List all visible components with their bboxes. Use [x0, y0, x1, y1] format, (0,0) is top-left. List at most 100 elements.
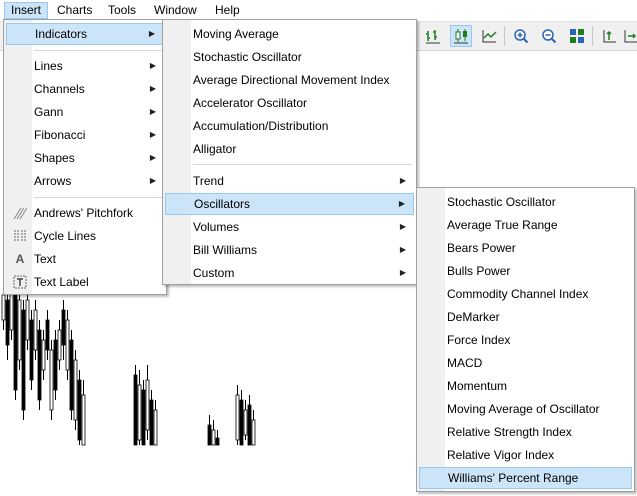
submenu-arrow-icon: ▶ — [399, 176, 406, 185]
menu-item-fibonacci[interactable]: Fibonacci ▶ — [6, 124, 164, 146]
menu-tools[interactable]: Tools — [102, 2, 142, 19]
menu-item-label: Stochastic Oscillator — [447, 195, 556, 209]
menu-item-arrows[interactable]: Arrows ▶ — [6, 170, 164, 192]
candle-body — [137, 384, 142, 441]
menu-item-bulls-power[interactable]: Bulls Power — [419, 260, 632, 282]
menu-item-indicators[interactable]: Indicators ▶ — [6, 23, 164, 45]
menu-item-label: Relative Vigor Index — [447, 448, 555, 462]
candle-body — [73, 359, 78, 421]
candle-body — [45, 319, 50, 351]
submenu-arrow-icon: ▶ — [398, 199, 405, 208]
menu-item-label: Bears Power — [447, 241, 516, 255]
menu-item-label: Gann — [34, 105, 64, 119]
menu-item-admi[interactable]: Average Directional Movement Index — [165, 69, 414, 91]
candle-body — [133, 374, 138, 446]
menu-item-andrews-pitchfork[interactable]: Andrews' Pitchfork — [6, 202, 164, 224]
menu-item-custom[interactable]: Custom ▶ — [165, 262, 414, 284]
candle-body — [247, 404, 252, 446]
menu-item-cci[interactable]: Commodity Channel Index — [419, 283, 632, 305]
chart-shift-icon[interactable] — [598, 25, 620, 47]
text-icon: A — [15, 252, 25, 266]
candle-body — [65, 319, 70, 371]
menu-item-rsi[interactable]: Relative Strength Index — [419, 421, 632, 443]
menu-item-label: Lines — [34, 59, 63, 73]
submenu-arrow-icon: ▶ — [399, 268, 406, 277]
menu-item-label: Bulls Power — [447, 264, 511, 278]
menu-item-trend[interactable]: Trend ▶ — [165, 170, 414, 192]
menu-item-lines[interactable]: Lines ▶ — [6, 55, 164, 77]
menu-item-oscillators[interactable]: Oscillators ▶ — [165, 193, 414, 215]
submenu-arrow-icon: ▶ — [149, 130, 156, 139]
menu-item-cycle-lines[interactable]: Cycle Lines — [6, 225, 164, 247]
menu-item-label: Williams' Percent Range — [448, 471, 579, 485]
menu-item-label: Alligator — [193, 142, 237, 156]
submenu-arrow-icon: ▶ — [149, 84, 156, 93]
menu-item-label: Accelerator Oscillator — [193, 96, 308, 110]
menu-item-osma[interactable]: Moving Average of Oscillator — [419, 398, 632, 420]
menu-item-label: Trend — [193, 174, 224, 188]
menu-item-label: Andrews' Pitchfork — [34, 206, 133, 220]
oscillators-submenu: Stochastic Oscillator Average True Range… — [416, 187, 635, 492]
candle-body — [239, 399, 244, 446]
menu-item-label: Bill Williams — [193, 243, 257, 257]
zoom-in-icon[interactable] — [510, 25, 532, 47]
menu-item-williams-percent-range[interactable]: Williams' Percent Range — [419, 467, 632, 489]
menu-charts[interactable]: Charts — [51, 2, 98, 19]
menu-item-bill-williams[interactable]: Bill Williams ▶ — [165, 239, 414, 261]
menu-item-text-label[interactable]: Text Label — [6, 271, 164, 293]
cycle-lines-icon — [12, 228, 28, 244]
pitchfork-icon — [12, 205, 28, 221]
candle-body — [81, 394, 86, 446]
menu-help[interactable]: Help — [209, 2, 246, 19]
menu-item-accelerator-oscillator[interactable]: Accelerator Oscillator — [165, 92, 414, 114]
submenu-arrow-icon: ▶ — [148, 29, 155, 38]
menu-item-label: Moving Average — [193, 27, 279, 41]
menu-item-label: Shapes — [34, 151, 75, 165]
menu-item-shapes[interactable]: Shapes ▶ — [6, 147, 164, 169]
candle-body — [235, 394, 240, 441]
candlesticks-icon[interactable] — [450, 25, 472, 47]
menu-item-label: Force Index — [447, 333, 511, 347]
menu-item-force-index[interactable]: Force Index — [419, 329, 632, 351]
menu-item-channels[interactable]: Channels ▶ — [6, 78, 164, 100]
menu-window[interactable]: Window — [148, 2, 203, 19]
submenu-arrow-icon: ▶ — [149, 153, 156, 162]
candle-body — [49, 349, 54, 411]
submenu-arrow-icon: ▶ — [149, 107, 156, 116]
menu-item-rvi[interactable]: Relative Vigor Index — [419, 444, 632, 466]
menu-item-alligator[interactable]: Alligator — [165, 138, 414, 160]
candle-body — [21, 309, 26, 411]
candle-body — [13, 294, 18, 391]
menu-insert[interactable]: Insert — [4, 2, 49, 19]
menu-item-demarker[interactable]: DeMarker — [419, 306, 632, 328]
menu-item-macd[interactable]: MACD — [419, 352, 632, 374]
menu-item-label: Volumes — [193, 220, 240, 234]
candle-body — [141, 389, 146, 446]
candle-body — [41, 339, 46, 371]
menu-item-label: Accumulation/Distribution — [193, 119, 329, 133]
menu-item-bears-power[interactable]: Bears Power — [419, 237, 632, 259]
candle-body — [215, 437, 220, 446]
menu-item-accumulation-distribution[interactable]: Accumulation/Distribution — [165, 115, 414, 137]
auto-scroll-icon[interactable] — [622, 25, 637, 47]
menu-item-text[interactable]: A Text — [6, 248, 164, 270]
candle-body — [37, 329, 42, 401]
submenu-arrow-icon: ▶ — [399, 245, 406, 254]
menu-item-volumes[interactable]: Volumes ▶ — [165, 216, 414, 238]
line-chart-icon[interactable] — [478, 25, 500, 47]
zoom-out-icon[interactable] — [538, 25, 560, 47]
tile-windows-icon[interactable] — [566, 25, 588, 47]
menu-item-average-true-range[interactable]: Average True Range — [419, 214, 632, 236]
candle-body — [33, 309, 38, 351]
menu-item-moving-average[interactable]: Moving Average — [165, 23, 414, 45]
candle-body — [5, 299, 10, 346]
submenu-arrow-icon: ▶ — [399, 222, 406, 231]
bar-chart-icon[interactable] — [422, 25, 444, 47]
menu-item-stochastic-oscillator[interactable]: Stochastic Oscillator — [165, 46, 414, 68]
candle-body — [243, 409, 248, 436]
menu-item-momentum[interactable]: Momentum — [419, 375, 632, 397]
menu-item-label: Commodity Channel Index — [447, 287, 589, 301]
submenu-arrow-icon: ▶ — [149, 176, 156, 185]
menu-item-stochastic[interactable]: Stochastic Oscillator — [419, 191, 632, 213]
menu-item-gann[interactable]: Gann ▶ — [6, 101, 164, 123]
